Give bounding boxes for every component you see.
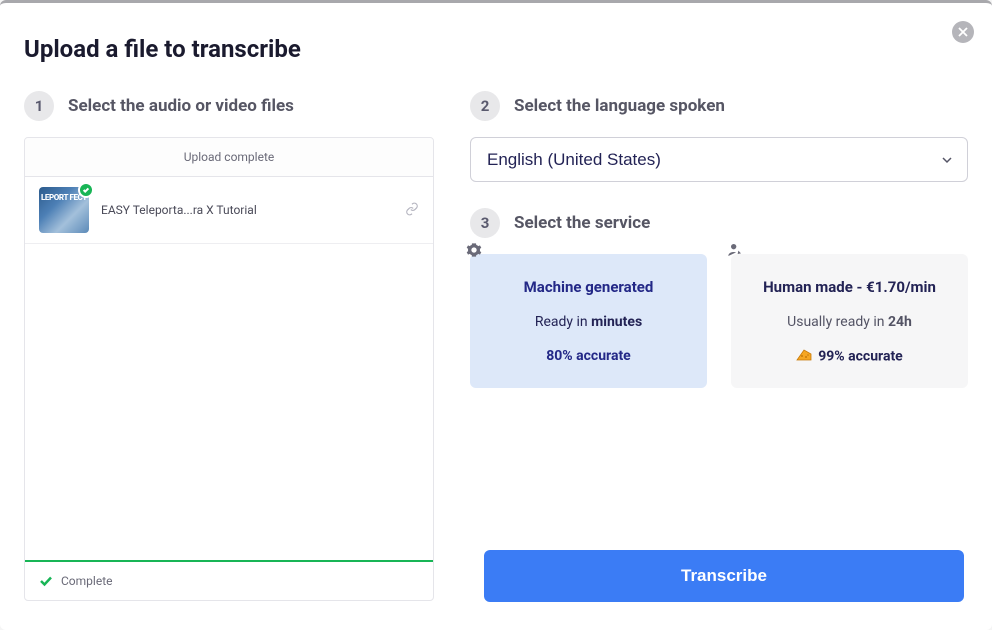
upload-dropzone[interactable] bbox=[25, 244, 433, 560]
upload-box: Upload complete LEPORT FECT EASY Telepor… bbox=[24, 137, 434, 601]
step2-title: Select the language spoken bbox=[514, 96, 725, 116]
right-column: 2 Select the language spoken English (Un… bbox=[470, 91, 968, 601]
file-thumb-wrap: LEPORT FECT bbox=[39, 187, 89, 233]
service-human-made[interactable]: Human made - €1.70/min Usually ready in … bbox=[731, 254, 968, 388]
step3-header: 3 Select the service bbox=[470, 208, 968, 238]
step1-number: 1 bbox=[24, 91, 54, 121]
file-name: EASY Teleporta...ra X Tutorial bbox=[101, 203, 393, 217]
language-select[interactable]: English (United States) bbox=[470, 137, 968, 182]
service-options: Machine generated Ready in minutes 80% a… bbox=[470, 254, 968, 388]
service-machine-generated[interactable]: Machine generated Ready in minutes 80% a… bbox=[470, 254, 707, 388]
close-icon bbox=[958, 27, 968, 37]
close-button[interactable] bbox=[952, 21, 974, 43]
step1-header: 1 Select the audio or video files bbox=[24, 91, 434, 121]
step3-title: Select the service bbox=[514, 213, 650, 233]
cheese-icon bbox=[796, 348, 812, 366]
step1-title: Select the audio or video files bbox=[68, 96, 294, 116]
checkmark-icon bbox=[39, 574, 53, 588]
step1-column: 1 Select the audio or video files Upload… bbox=[24, 91, 434, 601]
service-human-title: Human made - €1.70/min bbox=[745, 278, 954, 296]
transcribe-button[interactable]: Transcribe bbox=[484, 550, 964, 602]
upload-modal: Upload a file to transcribe 1 Select the… bbox=[0, 0, 992, 630]
person-edit-icon bbox=[727, 242, 743, 262]
step2-number: 2 bbox=[470, 91, 500, 121]
service-machine-title: Machine generated bbox=[484, 278, 693, 296]
step3-number: 3 bbox=[470, 208, 500, 238]
upload-status-header: Upload complete bbox=[25, 138, 433, 177]
service-machine-ready: Ready in minutes bbox=[484, 314, 693, 330]
service-human-ready: Usually ready in 24h bbox=[745, 314, 954, 330]
service-human-accuracy: 99% accurate bbox=[745, 348, 954, 366]
check-icon bbox=[78, 182, 94, 198]
complete-row: Complete bbox=[25, 562, 433, 600]
link-icon[interactable] bbox=[405, 201, 419, 220]
file-row[interactable]: LEPORT FECT EASY Teleporta...ra X Tutori… bbox=[25, 177, 433, 244]
complete-label: Complete bbox=[61, 574, 113, 588]
gear-icon bbox=[466, 242, 482, 262]
step2-header: 2 Select the language spoken bbox=[470, 91, 968, 121]
modal-title: Upload a file to transcribe bbox=[24, 35, 968, 63]
service-machine-accuracy: 80% accurate bbox=[484, 348, 693, 364]
